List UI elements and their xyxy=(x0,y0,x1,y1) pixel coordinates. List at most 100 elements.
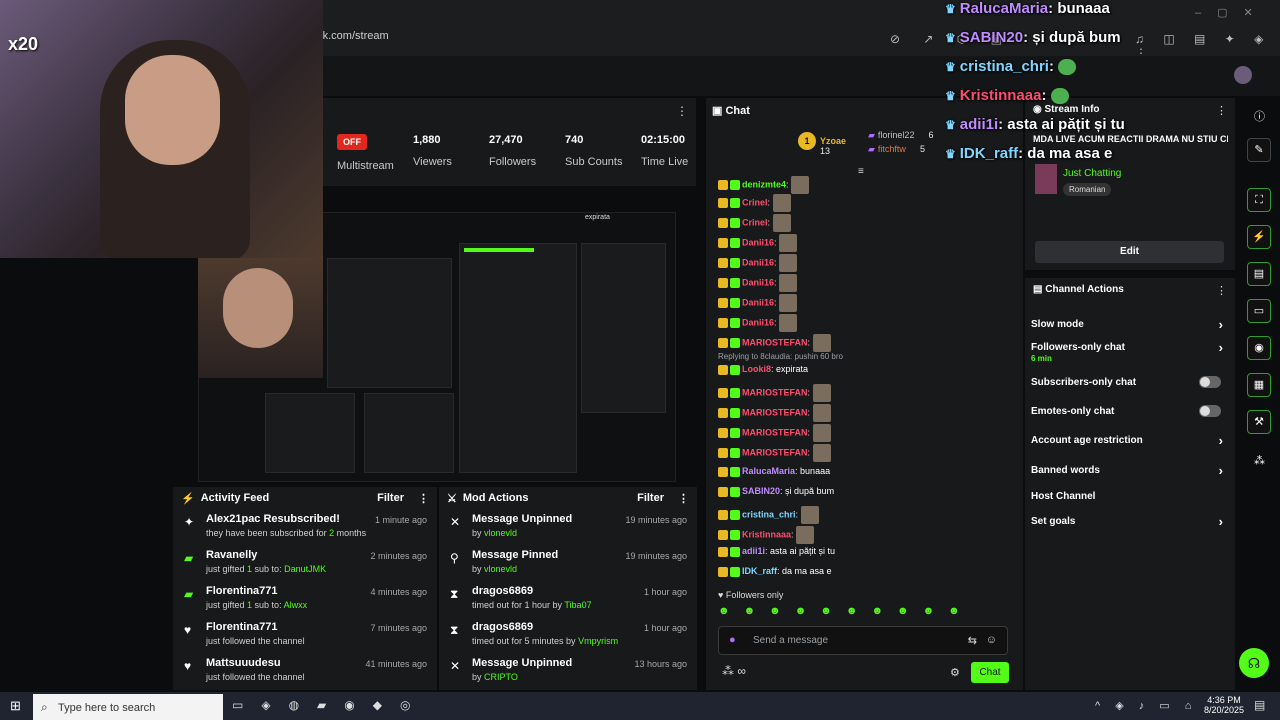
chat-message[interactable]: MARIOSTEFAN: xyxy=(718,444,831,462)
address-bar[interactable]: d.kick.com/stream xyxy=(300,30,930,50)
moderator-link[interactable]: vlonevld xyxy=(484,564,517,574)
wrench-icon[interactable]: ⚒ xyxy=(1247,410,1271,434)
quick-emote-row[interactable]: ☻☻☻☻☻☻☻☻☻☻ xyxy=(718,605,1010,621)
chat-username[interactable]: Danii16 xyxy=(742,257,774,267)
chat-message[interactable]: RalucaMaria: bunaaa xyxy=(718,466,830,477)
chat-icon[interactable]: ▭ xyxy=(1247,299,1271,323)
recipient-link[interactable]: DanutJMK xyxy=(284,564,326,574)
chat-username[interactable]: Danii16 xyxy=(742,237,774,247)
channel-action-slow-mode[interactable]: Slow mode › xyxy=(1031,317,1227,332)
top-gifter[interactable]: ▰ fitchftw 5 xyxy=(868,144,925,155)
chat-username[interactable]: Danii16 xyxy=(742,297,774,307)
channel-action-host-channel[interactable]: Host Channel xyxy=(1031,491,1227,502)
broadcast-icon[interactable]: ◉ xyxy=(1247,336,1271,360)
chat-username[interactable]: RalucaMaria xyxy=(742,466,795,476)
chat-username[interactable]: Crinel xyxy=(742,197,768,207)
chat-username[interactable]: Danii16 xyxy=(742,317,774,327)
points-icon[interactable]: ⁂ ∞ xyxy=(722,664,746,678)
chat-username[interactable]: MARIOSTEFAN xyxy=(742,447,808,457)
toggle-switch[interactable] xyxy=(1199,405,1221,417)
channel-action-followers-only-chat[interactable]: Followers-only chat 6 min › xyxy=(1031,340,1227,363)
mod-filter-button[interactable]: Filter xyxy=(637,492,664,504)
channel-action-emotes-only-chat[interactable]: Emotes-only chat xyxy=(1031,405,1227,417)
chat-message[interactable]: Danii16: xyxy=(718,254,798,272)
chat-message[interactable]: denizmte4: xyxy=(718,176,810,194)
chat-message[interactable]: Crinel: xyxy=(718,194,791,212)
chevron-right-icon[interactable]: › xyxy=(1219,433,1223,448)
mod-action-item[interactable]: ✕ Message Unpinned by vlonevld 19 minutes a… xyxy=(439,509,697,545)
chat-username[interactable]: MARIOSTEFAN xyxy=(742,337,808,347)
channel-action-banned-words[interactable]: Banned words › xyxy=(1031,463,1227,478)
chat-username[interactable]: MARIOSTEFAN xyxy=(742,427,808,437)
plugins-icon[interactable]: ⁂ xyxy=(1254,454,1265,467)
chat-message[interactable]: Danii16: xyxy=(718,234,798,252)
chat-username[interactable]: Danii16 xyxy=(742,277,774,287)
moderator-link[interactable]: Vmpyrism xyxy=(578,636,618,646)
mod-action-item[interactable]: ✕ Message Unpinned by CRIPTO 13 hours ago xyxy=(439,653,697,689)
chat-message[interactable]: IDK_raff: da ma asa e xyxy=(718,566,832,577)
chat-message[interactable]: MARIOSTEFAN: xyxy=(718,404,831,422)
taskbar-clock[interactable]: 4:36 PM 8/20/2025 xyxy=(1200,695,1248,715)
taskbar-app-icons[interactable]: ▭◈◍▰◉◆◎ xyxy=(232,698,428,712)
chevron-right-icon[interactable]: › xyxy=(1219,463,1223,478)
chat-username[interactable]: adii1i xyxy=(742,546,765,556)
support-headset-icon[interactable]: ☊ xyxy=(1239,648,1269,678)
windows-start-icon[interactable]: ⊞ xyxy=(10,698,21,714)
channel-action-account-age-restriction[interactable]: Account age restriction › xyxy=(1031,433,1227,448)
document-icon[interactable]: ▤ xyxy=(1247,262,1271,286)
more-options-icon[interactable]: ⋮ xyxy=(676,104,688,118)
chat-username[interactable]: cristina_chri xyxy=(742,509,796,519)
chat-send-button[interactable]: Chat xyxy=(971,662,1009,683)
chat-message[interactable]: MARIOSTEFAN: xyxy=(718,384,831,402)
chat-message[interactable]: Kristinnaaa: xyxy=(718,526,815,544)
channel-action-subscribers-only-chat[interactable]: Subscribers-only chat xyxy=(1031,376,1227,388)
chat-username[interactable]: Looki8 xyxy=(742,364,771,374)
chat-username[interactable]: SABIN20 xyxy=(742,486,780,496)
chat-message[interactable]: adii1i: asta ai pățit și tu xyxy=(718,546,835,557)
recipient-link[interactable]: Alwxx xyxy=(284,600,308,610)
toggle-switch[interactable] xyxy=(1199,376,1221,388)
chevron-right-icon[interactable]: › xyxy=(1219,514,1223,529)
edit-stream-info-button[interactable]: Edit xyxy=(1035,241,1224,263)
chat-message[interactable]: Danii16: xyxy=(718,274,798,292)
translate-icon[interactable]: ⇆ xyxy=(968,634,977,647)
chat-message[interactable]: MARIOSTEFAN: xyxy=(718,424,831,442)
activity-filter-button[interactable]: Filter xyxy=(377,492,404,504)
chat-message[interactable]: Crinel: xyxy=(718,214,791,232)
activity-item[interactable]: ♥ Florentina771 just followed the channel 7… xyxy=(173,617,437,653)
chat-username[interactable]: Kristinnaaa xyxy=(742,529,791,539)
chat-message[interactable]: Danii16: xyxy=(718,294,798,312)
fullscreen-icon[interactable]: ⛶ xyxy=(1247,188,1271,212)
moderator-link[interactable]: CRIPTO xyxy=(484,672,518,682)
microphone-icon[interactable]: ● xyxy=(729,634,736,646)
moderator-link[interactable]: vlonevld xyxy=(484,528,517,538)
settings-gear-icon[interactable]: ⚙ xyxy=(950,666,960,679)
chat-username[interactable]: Crinel xyxy=(742,217,768,227)
activity-item[interactable]: ▰ Florentina771 just gifted 1 sub to: Alwx… xyxy=(173,581,437,617)
chevron-right-icon[interactable]: › xyxy=(1219,340,1223,355)
lightning-icon[interactable]: ⚡ xyxy=(1247,225,1271,249)
more-options-icon[interactable]: ⋮ xyxy=(1216,284,1227,297)
chat-message[interactable]: SABIN20: și după bum xyxy=(718,486,834,497)
more-options-icon[interactable]: ⋮ xyxy=(678,492,689,505)
channel-action-set-goals[interactable]: Set goals › xyxy=(1031,514,1227,529)
chat-message[interactable]: cristina_chri: xyxy=(718,506,819,524)
layout-icon[interactable]: ▦ xyxy=(1247,373,1271,397)
multistream-stat[interactable]: OFF Multistream xyxy=(337,134,394,172)
chat-username[interactable]: MARIOSTEFAN xyxy=(742,407,808,417)
chat-username[interactable]: denizmte4 xyxy=(742,179,786,189)
moderator-link[interactable]: Tiba07 xyxy=(564,600,591,610)
notification-icon[interactable]: ▤ xyxy=(1254,698,1265,712)
top-gifter[interactable]: ▰ florinel22 6 xyxy=(868,130,933,141)
chat-input[interactable]: ● Send a message ⇆ ☺ xyxy=(718,626,1008,655)
mod-action-item[interactable]: ⧗ dragos6869 timed out for 5 minutes by Vm… xyxy=(439,617,697,653)
chat-username[interactable]: MARIOSTEFAN xyxy=(742,387,808,397)
chat-message[interactable]: Danii16: xyxy=(718,314,798,332)
taskbar-search-box[interactable]: ⌕ Type here to search xyxy=(33,694,223,720)
emoji-icon[interactable]: ☺ xyxy=(986,634,997,646)
top-gifter[interactable]: 1 Yzoae 13 xyxy=(798,132,846,156)
activity-item[interactable]: ♥ Mattsuuudesu just followed the channel 41… xyxy=(173,653,437,689)
mod-action-item[interactable]: ⚲ Message Pinned by vlonevld 19 minutes ago xyxy=(439,545,697,581)
chevron-right-icon[interactable]: › xyxy=(1219,317,1223,332)
mod-action-item[interactable]: ⧗ dragos6869 timed out for 1 hour by Tiba0… xyxy=(439,581,697,617)
